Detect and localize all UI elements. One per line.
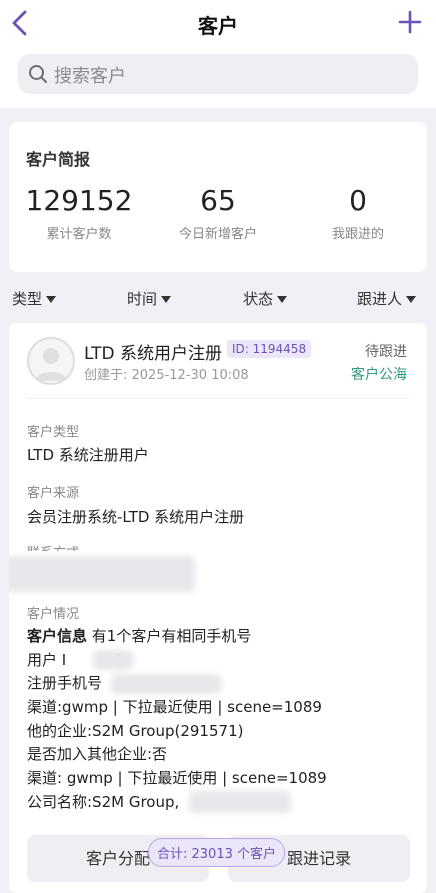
user-redacted bbox=[93, 650, 133, 670]
phone-label: 注册手机号 bbox=[27, 674, 103, 693]
stat-my-followups[interactable]: 0 我跟进的 bbox=[288, 184, 428, 242]
page-title: 客户 bbox=[198, 14, 238, 38]
stat-label: 今日新增客户 bbox=[178, 227, 257, 242]
summary-title: 客户简报 bbox=[26, 150, 91, 169]
caret-down-icon bbox=[46, 296, 57, 303]
pool-badge: 客户公海 bbox=[351, 367, 407, 383]
customer-id-tag: ID: 1194458 bbox=[227, 340, 312, 358]
stat-new-today[interactable]: 65 今日新增客户 bbox=[148, 184, 288, 242]
filter-label: 状态 bbox=[243, 290, 274, 308]
type-label: 客户类型 bbox=[27, 425, 80, 440]
situation-line: 是否加入其他企业:否 bbox=[27, 745, 168, 764]
filter-label: 类型 bbox=[12, 290, 43, 308]
filter-label: 跟进人 bbox=[357, 290, 403, 308]
created-time: 创建于: 2025-12-30 10:08 bbox=[84, 368, 249, 383]
stat-label: 我跟进的 bbox=[331, 227, 384, 242]
situation-info-rest: 有1个客户有相同手机号 bbox=[87, 627, 252, 645]
caret-down-icon bbox=[277, 296, 288, 303]
search-icon bbox=[29, 65, 47, 83]
add-customer-button[interactable] bbox=[396, 8, 424, 36]
situation-info-bold: 客户信息 bbox=[27, 627, 88, 645]
status-badge: 待跟进 bbox=[365, 344, 407, 360]
phone-redacted bbox=[111, 674, 221, 694]
stat-value: 0 bbox=[349, 184, 367, 217]
stat-label: 累计客户数 bbox=[46, 227, 112, 242]
customer-name: LTD 系统用户注册 bbox=[84, 344, 223, 364]
situation-info-line: 客户信息 有1个客户有相同手机号 bbox=[27, 625, 327, 649]
total-count-badge: 合计: 23013 个客户 bbox=[148, 838, 285, 867]
situation-line: 渠道: gwmp | 下拉最近使用 | scene=1089 bbox=[27, 769, 327, 788]
filter-label: 时间 bbox=[127, 290, 158, 308]
caret-down-icon bbox=[406, 296, 417, 303]
company-prefix: 公司名称:S2M Group, bbox=[27, 792, 180, 811]
situation-line: 他的企业:S2M Group(291571) bbox=[27, 721, 244, 740]
source-value: 会员注册系统-LTD 系统用户注册 bbox=[27, 508, 245, 526]
caret-down-icon bbox=[161, 296, 172, 303]
situation-text: 客户信息 有1个客户有相同手机号 用户 I1 注册手机号 渠道:gwmp | 下… bbox=[27, 625, 327, 815]
stat-value: 129152 bbox=[25, 184, 133, 217]
type-value: LTD 系统注册用户 bbox=[27, 446, 149, 464]
situation-line: 渠道:gwmp | 下拉最近使用 | scene=1089 bbox=[27, 698, 322, 717]
search-bar[interactable]: 搜索客户 bbox=[18, 54, 418, 94]
user-icon bbox=[35, 348, 67, 381]
stat-total-customers[interactable]: 129152 累计客户数 bbox=[9, 184, 149, 242]
user-prefix: 用户 I bbox=[27, 650, 67, 669]
filter-bar: 类型 时间 状态 跟进人 bbox=[0, 284, 436, 314]
company-redacted bbox=[189, 791, 291, 813]
situation-label: 客户情况 bbox=[27, 607, 80, 622]
source-label: 客户来源 bbox=[27, 486, 80, 501]
search-input[interactable]: 搜索客户 bbox=[54, 62, 126, 88]
avatar bbox=[27, 337, 75, 385]
contact-label: 联系方式 bbox=[27, 542, 79, 551]
customer-card[interactable]: LTD 系统用户注册 ID: 1194458 创建于: 2025-12-30 1… bbox=[9, 323, 427, 893]
plus-icon bbox=[398, 10, 422, 34]
filter-time[interactable]: 时间 bbox=[127, 288, 172, 309]
filter-type[interactable]: 类型 bbox=[12, 288, 57, 309]
summary-card: 客户简报 129152 累计客户数 65 今日新增客户 0 我跟进的 bbox=[9, 122, 427, 272]
filter-follower[interactable]: 跟进人 bbox=[357, 288, 417, 309]
contact-redacted bbox=[9, 556, 195, 592]
filter-status[interactable]: 状态 bbox=[243, 288, 288, 309]
situation-user-line: 用户 I1 bbox=[27, 649, 327, 673]
divider bbox=[27, 398, 409, 399]
stat-value: 65 bbox=[200, 184, 236, 217]
top-bar: 客户 搜索客户 bbox=[0, 0, 436, 108]
